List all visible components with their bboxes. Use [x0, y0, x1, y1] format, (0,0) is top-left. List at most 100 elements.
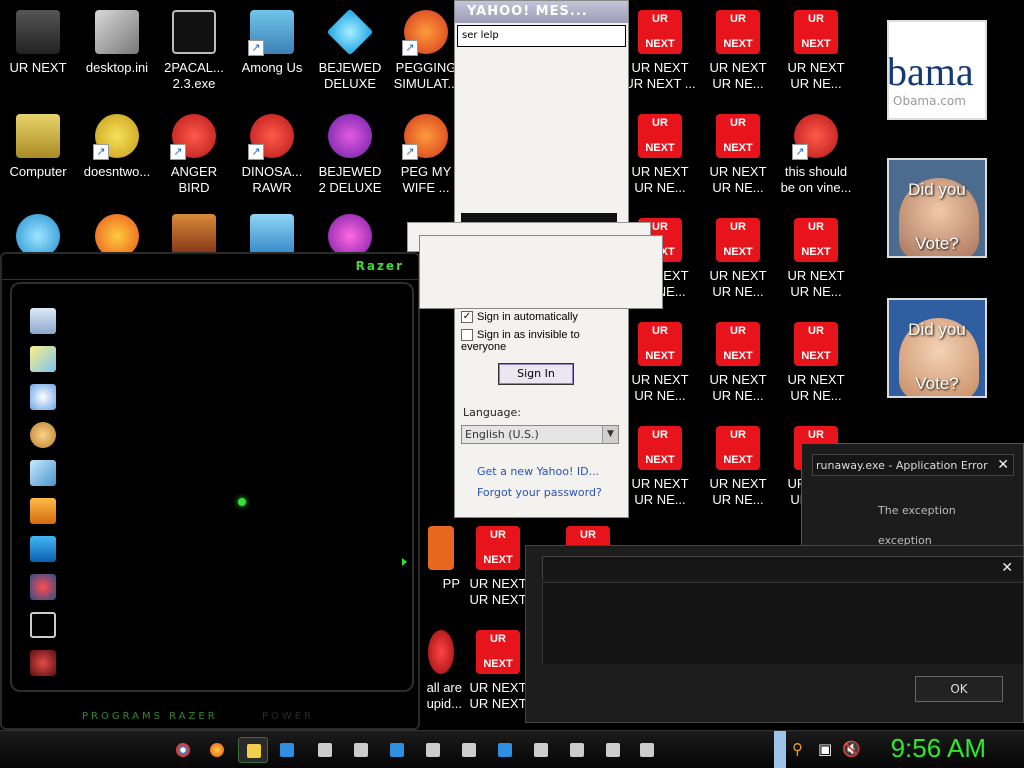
- desktop-icon-2pacal[interactable]: 2PACAL... 2.3.exe: [158, 10, 230, 92]
- volume-muted-icon[interactable]: 🔇: [842, 740, 861, 758]
- desktop-icon-ur-next[interactable]: UR NEXT UR NEXT UR NE...: [702, 114, 774, 196]
- firefox-taskbar-button[interactable]: [202, 737, 232, 763]
- desktop-icon-anger-bird[interactable]: ANGER BIRD: [158, 114, 230, 196]
- ok-button[interactable]: OK: [915, 676, 1003, 702]
- desktop-icon-ur-next[interactable]: this should be on vine...: [780, 114, 852, 196]
- desktop-icon-peg-my-wife[interactable]: PEG MY WIFE ...: [390, 114, 462, 196]
- tile-text-bottom: NEXT: [801, 350, 831, 362]
- desktop-icon-ur-next[interactable]: UR NEXT UR NEXT UR NE...: [702, 218, 774, 300]
- explorer-taskbar-button[interactable]: [238, 737, 268, 763]
- taskbar-button[interactable]: [562, 737, 592, 763]
- calculator-icon[interactable]: [30, 308, 56, 334]
- star-wars-icon[interactable]: [30, 650, 56, 676]
- tile-text-bottom: NEXT: [483, 554, 513, 566]
- taskbar-button[interactable]: [418, 737, 448, 763]
- desktop-icon-doesntwork[interactable]: doesntwo...: [81, 114, 153, 180]
- sticky-notes-icon[interactable]: [30, 346, 56, 372]
- app-icon: [498, 743, 512, 757]
- desktop-icon-ur-next[interactable]: UR NEXT UR NEXT UR NE...: [780, 10, 852, 92]
- desktop-icon-ur-next[interactable]: UR NEXT UR NEXT UR NE...: [624, 426, 696, 508]
- snipping-tool-icon[interactable]: [30, 384, 56, 410]
- app-icon[interactable]: [30, 498, 56, 524]
- desktop-icon-pegging[interactable]: PEGGING SIMULAT...: [390, 10, 462, 92]
- ur-next-icon: UR NEXT: [716, 426, 760, 470]
- angry-birds-space-icon[interactable]: [30, 574, 56, 600]
- tile-text-bottom: NEXT: [723, 38, 753, 50]
- ur-next-icon: UR NEXT: [638, 322, 682, 366]
- blank-popup[interactable]: [419, 235, 663, 309]
- expand-arrow-icon[interactable]: [402, 558, 407, 566]
- tile-text-top: UR: [652, 325, 668, 337]
- clock[interactable]: 9:56 AM: [891, 733, 986, 764]
- taskbar-button[interactable]: [346, 737, 376, 763]
- taskbar: ⚲ ▣ 🔇 9:56 AM: [0, 730, 1024, 768]
- error-titlebar[interactable]: runaway.exe - Application Error ✕: [812, 454, 1014, 476]
- tray-overflow-button[interactable]: [774, 731, 786, 768]
- did-you-vote-picture-1[interactable]: Did you Vote?: [887, 158, 987, 258]
- razer-header[interactable]: Razer: [2, 254, 418, 280]
- desktop-icon-label: UR NEXT UR NE...: [631, 372, 689, 403]
- taskbar-button[interactable]: [310, 737, 340, 763]
- chrome-icon: [176, 743, 190, 757]
- taskbar-button[interactable]: [526, 737, 556, 763]
- language-select[interactable]: English (U.S.) ▼: [461, 425, 619, 444]
- desktop-icon-ur-next-bottom[interactable]: UR NEXT UR NEXT UR NEXT: [462, 526, 534, 608]
- desktop-icon-bejewed-2[interactable]: BEJEWED 2 DELUXE: [314, 114, 386, 196]
- desktop-icon-dinosaur[interactable]: DINOSA... RAWR: [236, 114, 308, 196]
- razer-window[interactable]: Razer PROGRAMS RAZER POWER: [0, 252, 420, 730]
- chevron-down-icon[interactable]: ▼: [602, 426, 618, 443]
- desktop-icon-ur-next[interactable]: UR NEXT: [2, 10, 74, 76]
- desktop-icon-desktop-ini[interactable]: desktop.ini: [81, 10, 153, 76]
- taskbar-button[interactable]: [598, 737, 628, 763]
- new-yahoo-id-link[interactable]: Get a new Yahoo! ID...: [477, 465, 599, 478]
- taskbar-button[interactable]: [632, 737, 662, 763]
- taskbar-button[interactable]: [382, 737, 412, 763]
- desktop-icon-label: Computer: [9, 164, 67, 179]
- razer-programs-label[interactable]: PROGRAMS RAZER: [82, 711, 218, 722]
- dialog-titlebar[interactable]: [542, 556, 1023, 580]
- message-dialog[interactable]: ✕ OK: [525, 545, 1024, 723]
- sign-in-auto-checkbox[interactable]: ✓: [461, 311, 473, 324]
- application-error-dialog[interactable]: runaway.exe - Application Error ✕ The ex…: [801, 443, 1024, 553]
- did-you-vote-picture-2[interactable]: Did you Vote?: [887, 298, 987, 398]
- desktop-icon-ur-next[interactable]: UR NEXT UR NEXT UR NE...: [702, 322, 774, 404]
- desktop-icon-ur-next[interactable]: UR NEXT UR NEXT UR NEXT ...: [624, 10, 696, 92]
- paint-icon[interactable]: [30, 422, 56, 448]
- desktop-icon-ur-next-bottom-2[interactable]: UR NEXT UR NEXT UR NEXT: [462, 630, 534, 712]
- forgot-password-link[interactable]: Forgot your password?: [477, 486, 602, 499]
- notepad-icon[interactable]: [30, 460, 56, 486]
- app-icon: [390, 743, 404, 757]
- search-icon[interactable]: ⚲: [792, 740, 803, 758]
- taskbar-button[interactable]: [272, 737, 302, 763]
- command-prompt-icon[interactable]: [30, 612, 56, 638]
- blue-app-icon[interactable]: [30, 536, 56, 562]
- desktop-icon-ur-next[interactable]: UR NEXT UR NEXT UR NE...: [702, 10, 774, 92]
- desktop-icon-bejewed-deluxe[interactable]: BEJEWED DELUXE: [314, 8, 386, 92]
- desktop-icon-label: DINOSA... RAWR: [241, 164, 303, 195]
- sign-in-invisible-checkbox[interactable]: [461, 329, 473, 342]
- language-label: Language:: [463, 406, 521, 419]
- sign-in-invisible-option[interactable]: Sign in as invisible to everyone: [461, 329, 628, 353]
- close-icon[interactable]: ✕: [997, 457, 1009, 473]
- desktop-icon-computer[interactable]: Computer: [2, 114, 74, 180]
- desktop-icon-ur-next[interactable]: UR NEXT UR NEXT UR NE...: [624, 322, 696, 404]
- desktop-icon-ur-next[interactable]: UR NEXT UR NEXT UR NE...: [624, 114, 696, 196]
- error-title: runaway.exe - Application Error: [816, 459, 988, 472]
- desktop-icon-among-us[interactable]: Among Us: [236, 10, 308, 76]
- desktop-icon-ur-next[interactable]: UR NEXT UR NEXT UR NE...: [780, 218, 852, 300]
- app-icon: [280, 743, 294, 757]
- yahoo-titlebar[interactable]: YAHOO! MES...: [455, 1, 628, 23]
- taskbar-button[interactable]: [454, 737, 484, 763]
- yahoo-id-field[interactable]: ser lelp: [457, 25, 626, 47]
- chrome-taskbar-button[interactable]: [168, 737, 198, 763]
- sign-in-auto-option[interactable]: ✓ Sign in automatically: [461, 311, 578, 324]
- sign-in-button[interactable]: Sign In: [498, 363, 574, 385]
- network-icon[interactable]: ▣: [818, 740, 832, 758]
- desktop-icon-ur-next[interactable]: UR NEXT UR NEXT UR NE...: [780, 322, 852, 404]
- ur-next-icon: UR NEXT: [716, 218, 760, 262]
- taskbar-button[interactable]: [490, 737, 520, 763]
- desktop-icon-ur-next[interactable]: UR NEXT UR NEXT UR NE...: [702, 426, 774, 508]
- razer-power-label[interactable]: POWER: [262, 711, 314, 722]
- obama-picture[interactable]: bama Obama.com: [887, 20, 987, 120]
- close-icon[interactable]: ✕: [1001, 560, 1013, 576]
